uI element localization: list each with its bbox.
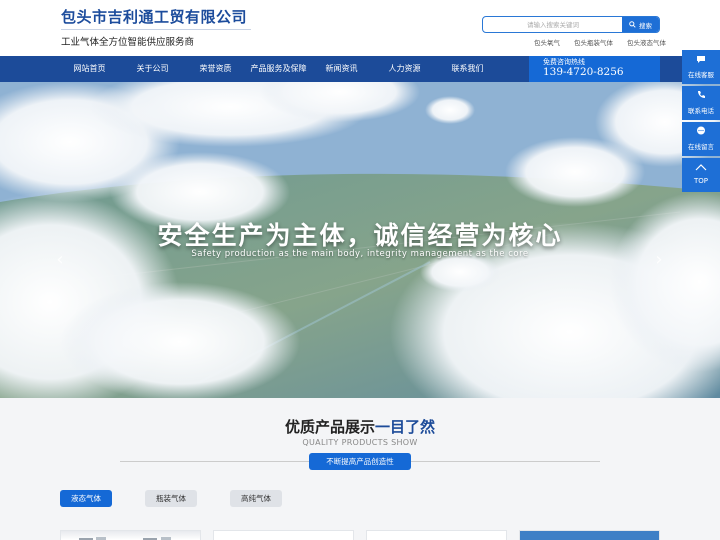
arrow-up-icon — [682, 163, 720, 175]
floating-sidebar: 在线客服 联系电话 在线留言 TOP — [682, 50, 720, 194]
search-icon — [629, 21, 636, 28]
product-image — [79, 537, 171, 540]
tab-high-purity-gas[interactable]: 高纯气体 — [230, 490, 282, 507]
chat-icon — [682, 54, 720, 68]
nav-item-contact[interactable]: 联系我们 — [436, 56, 499, 82]
products-badge: 不断提高产品创造性 — [309, 453, 411, 470]
message-icon — [682, 126, 720, 140]
hot-link[interactable]: 包头液态气体 — [627, 37, 666, 47]
hero-banner: 安全生产为主体，诚信经营为核心 Safety production as the… — [0, 82, 720, 398]
float-label: 在线留言 — [688, 143, 714, 151]
hot-search-links: 包头氧气 包头瓶装气体 包头液态气体 — [534, 37, 666, 47]
chevron-left-icon[interactable]: ‹ — [53, 250, 67, 270]
chevron-right-icon[interactable]: › — [652, 250, 666, 270]
nav-item-about[interactable]: 关于公司 — [121, 56, 184, 82]
banner-subtitle: Safety production as the main body, inte… — [191, 249, 529, 259]
nav-item-hr[interactable]: 人力资源 — [373, 56, 436, 82]
phone-icon — [682, 90, 720, 104]
hotline-box: 免费咨询热线 139-4720-8256 — [529, 56, 660, 82]
tab-liquid-gas[interactable]: 液态气体 — [60, 490, 112, 507]
product-card[interactable] — [213, 530, 354, 540]
tab-bottled-gas[interactable]: 瓶装气体 — [145, 490, 197, 507]
search-button[interactable]: 搜索 — [622, 17, 659, 32]
float-label: TOP — [693, 177, 708, 185]
hot-link[interactable]: 包头氧气 — [534, 37, 560, 47]
banner-title: 安全生产为主体，诚信经营为核心 — [157, 221, 563, 250]
divider — [410, 461, 600, 462]
float-label: 在线客服 — [688, 71, 714, 79]
divider — [120, 461, 310, 462]
product-cards — [60, 530, 660, 540]
product-card[interactable] — [60, 530, 201, 540]
company-tagline: 工业气体全方位智能供应服务商 — [61, 37, 195, 48]
float-label: 联系电话 — [688, 107, 714, 115]
company-name[interactable]: 包头市吉利通工贸有限公司 — [61, 6, 247, 27]
nav-item-honors[interactable]: 荣誉资质 — [184, 56, 247, 82]
hot-link[interactable]: 包头瓶装气体 — [574, 37, 613, 47]
float-message[interactable]: 在线留言 — [682, 122, 720, 156]
float-phone[interactable]: 联系电话 — [682, 86, 720, 120]
search-input[interactable] — [483, 17, 623, 32]
site-header: 包头市吉利通工贸有限公司 工业气体全方位智能供应服务商 搜索 包头氧气 包头瓶装… — [0, 0, 720, 56]
float-online-service[interactable]: 在线客服 — [682, 50, 720, 84]
product-tabs: 液态气体 瓶装气体 高纯气体 — [60, 490, 282, 507]
nav-item-home[interactable]: 网站首页 — [58, 56, 121, 82]
products-section-subtitle: QUALITY PRODUCTS SHOW — [302, 438, 418, 447]
nav-item-products[interactable]: 产品服务及保障 — [247, 56, 310, 82]
search-button-label: 搜索 — [639, 21, 652, 30]
product-card[interactable] — [366, 530, 507, 540]
nav-item-news[interactable]: 新闻资讯 — [310, 56, 373, 82]
title-accent: 一目了然 — [375, 418, 436, 436]
hotline-number[interactable]: 139-4720-8256 — [543, 66, 624, 78]
product-card[interactable] — [519, 530, 660, 540]
logo-divider — [61, 29, 251, 30]
back-to-top-button[interactable]: TOP — [682, 158, 720, 192]
products-section-title: 优质产品展示一目了然 — [0, 416, 720, 437]
title-main: 优质产品展示 — [284, 418, 375, 436]
search-box: 搜索 — [482, 16, 660, 33]
